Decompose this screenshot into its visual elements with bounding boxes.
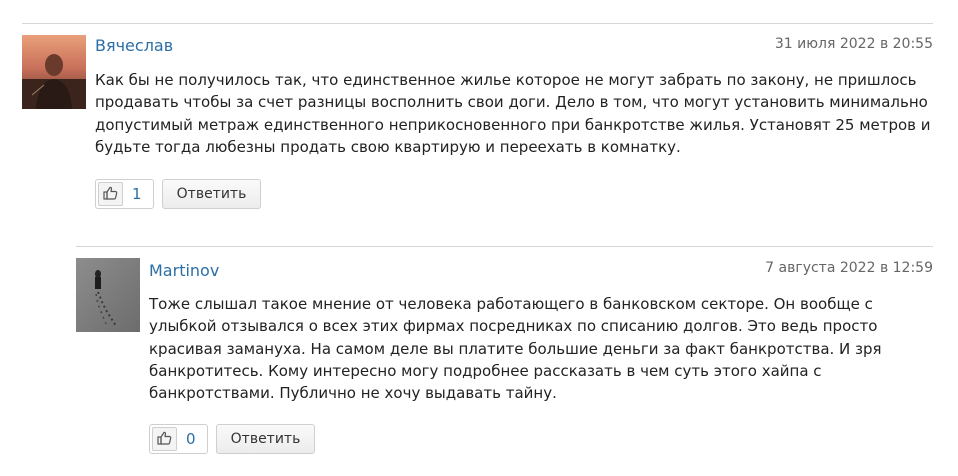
comment-date: 7 августа 2022 в 12:59: [765, 260, 933, 276]
reply-button[interactable]: Ответить: [162, 179, 261, 209]
comment-reply: Martinov 7 августа 2022 в 12:59 Тоже слы…: [76, 246, 933, 476]
like-count: 0: [186, 430, 196, 448]
comment-text: Как бы не получилось так, что единственн…: [95, 71, 931, 156]
comment: Вячеслав 31 июля 2022 в 20:55 Как бы не …: [22, 23, 933, 224]
author-link[interactable]: Martinov: [149, 261, 219, 280]
avatar[interactable]: [22, 35, 86, 109]
like-button[interactable]: 1: [95, 179, 154, 209]
like-count: 1: [132, 185, 142, 203]
reply-button[interactable]: Ответить: [216, 424, 315, 454]
comment-date: 31 июля 2022 в 20:55: [774, 36, 933, 52]
author-link[interactable]: Вячеслав: [95, 36, 173, 55]
thumbs-up-icon: [98, 182, 123, 206]
like-button[interactable]: 0: [149, 424, 208, 454]
thumbs-up-icon: [152, 427, 177, 451]
avatar-photo: [76, 258, 140, 332]
avatar[interactable]: [76, 258, 140, 332]
avatar-photo: [22, 35, 86, 109]
comment-text: Тоже слышал такое мнение от человека раб…: [149, 295, 882, 403]
